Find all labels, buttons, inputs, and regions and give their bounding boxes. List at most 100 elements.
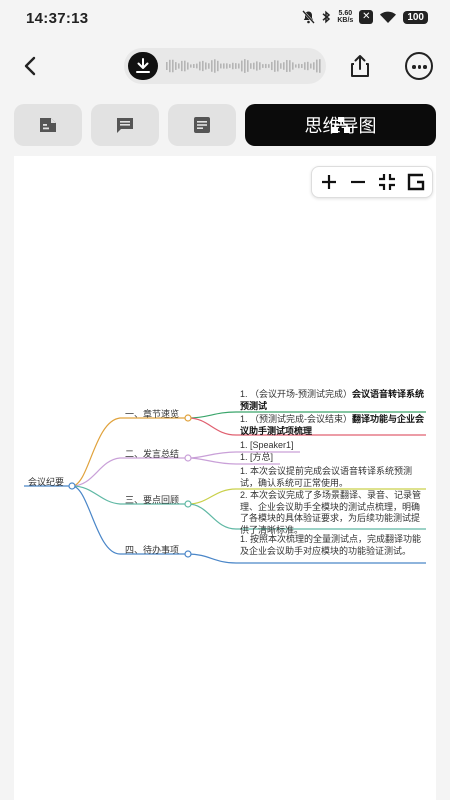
waveform-bar — [205, 62, 207, 70]
branch-node-4 — [184, 550, 192, 558]
status-bar: 14:37:13 5.60 KB/s ✕ 100 — [0, 0, 450, 38]
branch-label[interactable]: 一、章节速览 — [125, 407, 179, 420]
waveform-bar — [175, 62, 177, 70]
status-icons: 5.60 KB/s ✕ 100 — [302, 10, 428, 24]
clock: 14:37:13 — [26, 10, 89, 27]
waveform-bar — [301, 64, 303, 68]
leaf-text[interactable]: 1. 按照本次梳理的全量测试点，完成翻译功能及企业会议助手对应模块的功能验证测试… — [240, 534, 426, 557]
waveform-bar — [304, 62, 306, 70]
waveform-bar — [253, 62, 255, 70]
waveform-bar — [226, 63, 228, 69]
back-icon[interactable] — [18, 52, 44, 80]
article-icon — [194, 117, 210, 133]
more-icon-dot — [417, 65, 421, 69]
waveform-bar — [286, 59, 288, 73]
waveform-bar — [316, 59, 318, 73]
waveform-bar — [208, 63, 210, 69]
waveform-bar — [265, 63, 267, 69]
battery-indicator: 100 — [403, 10, 428, 24]
waveform-bar — [259, 62, 261, 70]
zoom-controls — [311, 166, 433, 198]
zoom-in-icon[interactable] — [317, 170, 341, 194]
tab-mindmap[interactable]: 思维导图 — [245, 104, 436, 146]
zoom-out-icon[interactable] — [346, 170, 370, 194]
branch-label[interactable]: 二、发言总结 — [125, 447, 179, 460]
top-bar — [0, 44, 450, 90]
waveform-bar — [172, 59, 174, 73]
waveform-icon — [166, 59, 321, 73]
waveform-bar — [247, 60, 249, 72]
waveform-bar — [211, 60, 213, 72]
waveform-bar — [199, 61, 201, 71]
waveform-bar — [307, 61, 309, 71]
tab-document[interactable] — [14, 104, 82, 146]
waveform-bar — [238, 63, 240, 69]
comment-icon — [117, 118, 133, 133]
network-speed: 5.60 KB/s — [337, 10, 354, 24]
waveform-bar — [214, 59, 216, 73]
waveform-bar — [193, 64, 195, 68]
view-tabs: 思维导图 — [14, 104, 436, 146]
mindmap-icon — [331, 117, 350, 133]
waveform-bar — [181, 60, 183, 72]
download-button[interactable] — [128, 52, 158, 80]
bluetooth-icon — [322, 10, 331, 24]
tab-comments[interactable] — [91, 104, 159, 146]
more-icon-dot — [423, 65, 427, 69]
waveform-bar — [217, 60, 219, 72]
download-icon — [136, 58, 150, 73]
root-label[interactable]: 会议纪要 — [28, 475, 64, 488]
waveform-bar — [262, 64, 264, 68]
more-icon-dot — [412, 65, 416, 69]
branch-node-2 — [184, 454, 192, 462]
waveform-bar — [166, 62, 168, 70]
waveform-bar — [289, 60, 291, 72]
waveform-bar — [223, 63, 225, 69]
waveform-bar — [277, 60, 279, 72]
root-node — [68, 482, 76, 490]
branch-node-1 — [184, 414, 192, 422]
waveform-bar — [178, 63, 180, 69]
share-icon[interactable] — [348, 53, 372, 79]
audio-player[interactable] — [124, 48, 326, 84]
fit-view-icon[interactable] — [404, 170, 428, 194]
waveform-bar — [235, 63, 237, 69]
waveform-bar — [250, 63, 252, 69]
waveform-bar — [298, 63, 300, 69]
leaf-text[interactable]: 2. 本次会议完成了多场景翻译、录音、记录管理、企业会议助手全模块的测试点梳理，… — [240, 490, 426, 536]
wifi-icon — [380, 11, 397, 23]
more-options-button[interactable] — [405, 52, 433, 80]
waveform-bar — [283, 62, 285, 70]
leaf-text[interactable]: 1. [方总] — [240, 452, 273, 464]
mute-icon — [302, 10, 316, 24]
waveform-bar — [271, 61, 273, 71]
waveform-bar — [310, 63, 312, 69]
collapse-icon[interactable] — [375, 170, 399, 194]
waveform-bar — [256, 61, 258, 71]
document-tag-icon — [40, 118, 56, 132]
branch-label[interactable]: 四、待办事项 — [125, 543, 179, 556]
branch-node-3 — [184, 500, 192, 508]
waveform-bar — [292, 62, 294, 70]
waveform-bar — [190, 64, 192, 68]
waveform-bar — [280, 63, 282, 69]
leaf-text[interactable]: 1. 本次会议提前完成会议语音转译系统预测试，确认系统可正常使用。 — [240, 466, 426, 489]
waveform-bar — [244, 59, 246, 73]
waveform-bar — [313, 62, 315, 70]
waveform-bar — [184, 60, 186, 72]
tab-summary[interactable] — [168, 104, 236, 146]
branch-label[interactable]: 三、要点回顾 — [125, 493, 179, 506]
waveform-bar — [295, 64, 297, 68]
waveform-bar — [187, 62, 189, 70]
leaf-text[interactable]: 1. [Speaker1] — [240, 440, 294, 452]
waveform-bar — [268, 64, 270, 68]
mindmap-canvas[interactable]: 会议纪要 一、章节速览 二、发言总结 三、要点回顾 四、待办事项 1. （会议开… — [14, 156, 436, 800]
waveform-bar — [196, 63, 198, 69]
no-sim-icon: ✕ — [359, 10, 374, 24]
waveform-bar — [169, 59, 171, 73]
waveform-bar — [232, 62, 234, 70]
waveform-bar — [241, 60, 243, 72]
leaf-text[interactable]: 1. （预测试完成-会议结束）翻译功能与企业会议助手测试项梳理 — [240, 414, 426, 437]
leaf-text[interactable]: 1. （会议开场-预测试完成）会议语音转译系统预测试 — [240, 389, 426, 412]
waveform-bar — [319, 59, 321, 73]
